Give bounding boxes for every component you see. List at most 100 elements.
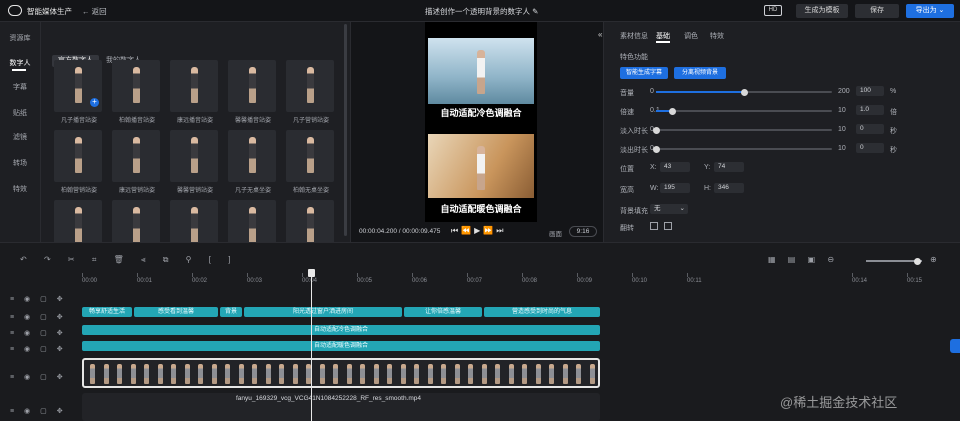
- subtitle-clip[interactable]: 营造感受到时尚的气息: [484, 307, 600, 317]
- tab-effects[interactable]: 特效: [710, 31, 724, 41]
- collapse-panel-icon[interactable]: «: [598, 30, 602, 39]
- sidebar-item[interactable]: 转场: [6, 158, 34, 168]
- hd-badge[interactable]: HD: [764, 5, 782, 16]
- avatar-card[interactable]: 馨馨播音站姿: [224, 60, 282, 128]
- playhead-handle[interactable]: [308, 269, 315, 277]
- bg-fill-select[interactable]: 无 ⌄: [650, 204, 688, 214]
- eye-icon[interactable]: ◉: [24, 408, 30, 415]
- property-slider[interactable]: [653, 126, 832, 134]
- scrollbar[interactable]: [344, 24, 347, 236]
- zoom-out-icon[interactable]: ⊖: [827, 255, 834, 264]
- value-input[interactable]: 0: [856, 143, 884, 153]
- value-input[interactable]: 100: [856, 86, 884, 96]
- redo-icon[interactable]: ↷: [44, 255, 51, 264]
- lock-icon[interactable]: ▢: [40, 296, 47, 303]
- sidebar-item[interactable]: 贴纸: [6, 108, 34, 118]
- zoom-in-icon[interactable]: ⊕: [930, 255, 937, 264]
- play-icon[interactable]: ▶: [474, 226, 483, 235]
- undo-icon[interactable]: ↶: [20, 255, 27, 264]
- delete-icon[interactable]: 🗑: [114, 255, 124, 264]
- drag-handle-icon[interactable]: ✥: [57, 408, 63, 415]
- width-input[interactable]: 195: [660, 183, 690, 193]
- crop-icon[interactable]: ⌗: [92, 255, 97, 264]
- slider-knob[interactable]: [668, 107, 676, 115]
- video-canvas[interactable]: 自动适配冷色调融合 自动适配暖色调融合: [425, 22, 537, 222]
- save-button[interactable]: 保存: [855, 4, 899, 18]
- time-ruler[interactable]: 00:00 00:01 00:02 00:03 00:04 00:05 00:06 00:07…: [82, 273, 960, 287]
- y-input[interactable]: 74: [714, 162, 744, 172]
- add-avatar-icon[interactable]: +: [90, 98, 99, 107]
- tab-material-info[interactable]: 素材信息: [620, 31, 648, 41]
- slider-knob[interactable]: [653, 126, 660, 134]
- sidebar-item[interactable]: 特效: [6, 184, 34, 194]
- avatar-card[interactable]: + 凡子播音站姿: [50, 60, 108, 128]
- flip-horizontal-icon[interactable]: [650, 222, 658, 230]
- lock-icon[interactable]: ▢: [40, 346, 47, 353]
- document-title[interactable]: 描述创作一个透明背景的数字人 ✎: [425, 6, 538, 17]
- avatar-card[interactable]: 柏翰播音站姿: [108, 60, 166, 128]
- subtitle-clip[interactable]: 畅享舒适生活: [82, 307, 132, 317]
- bracket-right-icon[interactable]: ]: [228, 255, 230, 264]
- lock-icon[interactable]: ▢: [40, 330, 47, 337]
- list-view-icon[interactable]: ▤: [788, 255, 796, 264]
- drag-handle-icon[interactable]: ✥: [57, 346, 63, 353]
- avatar-thumbnail[interactable]: [228, 60, 276, 112]
- tab-basic[interactable]: 基础: [656, 31, 670, 41]
- drag-handle-icon[interactable]: ✥: [57, 314, 63, 321]
- slider-knob[interactable]: [741, 88, 748, 96]
- avatar-thumbnail[interactable]: [286, 130, 334, 182]
- lock-icon[interactable]: ▢: [40, 374, 47, 381]
- eye-icon[interactable]: ◉: [24, 296, 30, 303]
- rewind-icon[interactable]: ⏪: [461, 226, 474, 235]
- avatar-thumbnail[interactable]: [112, 60, 160, 112]
- aspect-selector[interactable]: 9:16: [569, 226, 597, 237]
- drag-handle-icon[interactable]: ✥: [57, 374, 63, 381]
- cool-tone-clip[interactable]: 自动适配冷色调融合: [82, 325, 600, 335]
- avatar-card[interactable]: 凡子无桌坐姿: [224, 130, 282, 198]
- avatar-thumbnail[interactable]: [170, 130, 218, 182]
- subtitle-clip[interactable]: 让你倍感温馨: [404, 307, 482, 317]
- drag-handle-icon[interactable]: ✥: [57, 330, 63, 337]
- value-input[interactable]: 0: [856, 124, 884, 134]
- x-input[interactable]: 43: [660, 162, 690, 172]
- zoom-slider[interactable]: [866, 257, 922, 265]
- flip-vertical-icon[interactable]: [664, 222, 672, 230]
- sidebar-item[interactable]: 数字人: [6, 58, 34, 68]
- eye-icon[interactable]: ◉: [24, 346, 30, 353]
- sidebar-item[interactable]: 滤镜: [6, 132, 34, 142]
- sidebar-item[interactable]: 字幕: [6, 82, 34, 92]
- generate-subtitle-button[interactable]: 智能生成字幕: [620, 67, 668, 79]
- back-button[interactable]: ← 返回: [82, 6, 107, 17]
- tab-color[interactable]: 调色: [684, 31, 698, 41]
- value-input[interactable]: 1.0: [856, 105, 884, 115]
- avatar-card[interactable]: 馨馨营销站姿: [166, 130, 224, 198]
- avatar-thumbnail[interactable]: [286, 60, 334, 112]
- height-input[interactable]: 346: [714, 183, 744, 193]
- split-icon[interactable]: ⫷: [141, 255, 146, 264]
- skip-end-icon[interactable]: ⏭: [496, 226, 506, 235]
- subtitle-clip[interactable]: 背景: [220, 307, 242, 317]
- forward-icon[interactable]: ⏩: [483, 226, 496, 235]
- lock-icon[interactable]: ▢: [40, 314, 47, 321]
- slider-knob[interactable]: [653, 145, 660, 153]
- property-slider[interactable]: [653, 145, 832, 153]
- zoom-knob[interactable]: [914, 257, 921, 265]
- avatar-thumbnail[interactable]: [228, 130, 276, 182]
- eye-icon[interactable]: ◉: [24, 314, 30, 321]
- avatar-thumbnail[interactable]: [170, 60, 218, 112]
- drag-handle-icon[interactable]: ✥: [57, 296, 63, 303]
- marker-icon[interactable]: ⚲: [186, 255, 192, 264]
- property-slider[interactable]: [656, 88, 832, 96]
- eye-icon[interactable]: ◉: [24, 374, 30, 381]
- image-view-icon[interactable]: ▣: [808, 255, 816, 264]
- copy-icon[interactable]: ⧉: [163, 255, 169, 264]
- avatar-thumbnail[interactable]: [112, 130, 160, 182]
- scissors-icon[interactable]: ✂: [68, 255, 75, 264]
- property-slider[interactable]: [656, 107, 832, 115]
- lock-icon[interactable]: ▢: [40, 408, 47, 415]
- separate-background-button[interactable]: 分离视频背景: [674, 67, 726, 79]
- sidebar-item[interactable]: 资源库: [6, 33, 34, 43]
- avatar-card[interactable]: 柏翰营销站姿: [50, 130, 108, 198]
- avatar-card[interactable]: 康远营销站姿: [108, 130, 166, 198]
- avatar-card[interactable]: 柏翰无桌坐姿: [282, 130, 340, 198]
